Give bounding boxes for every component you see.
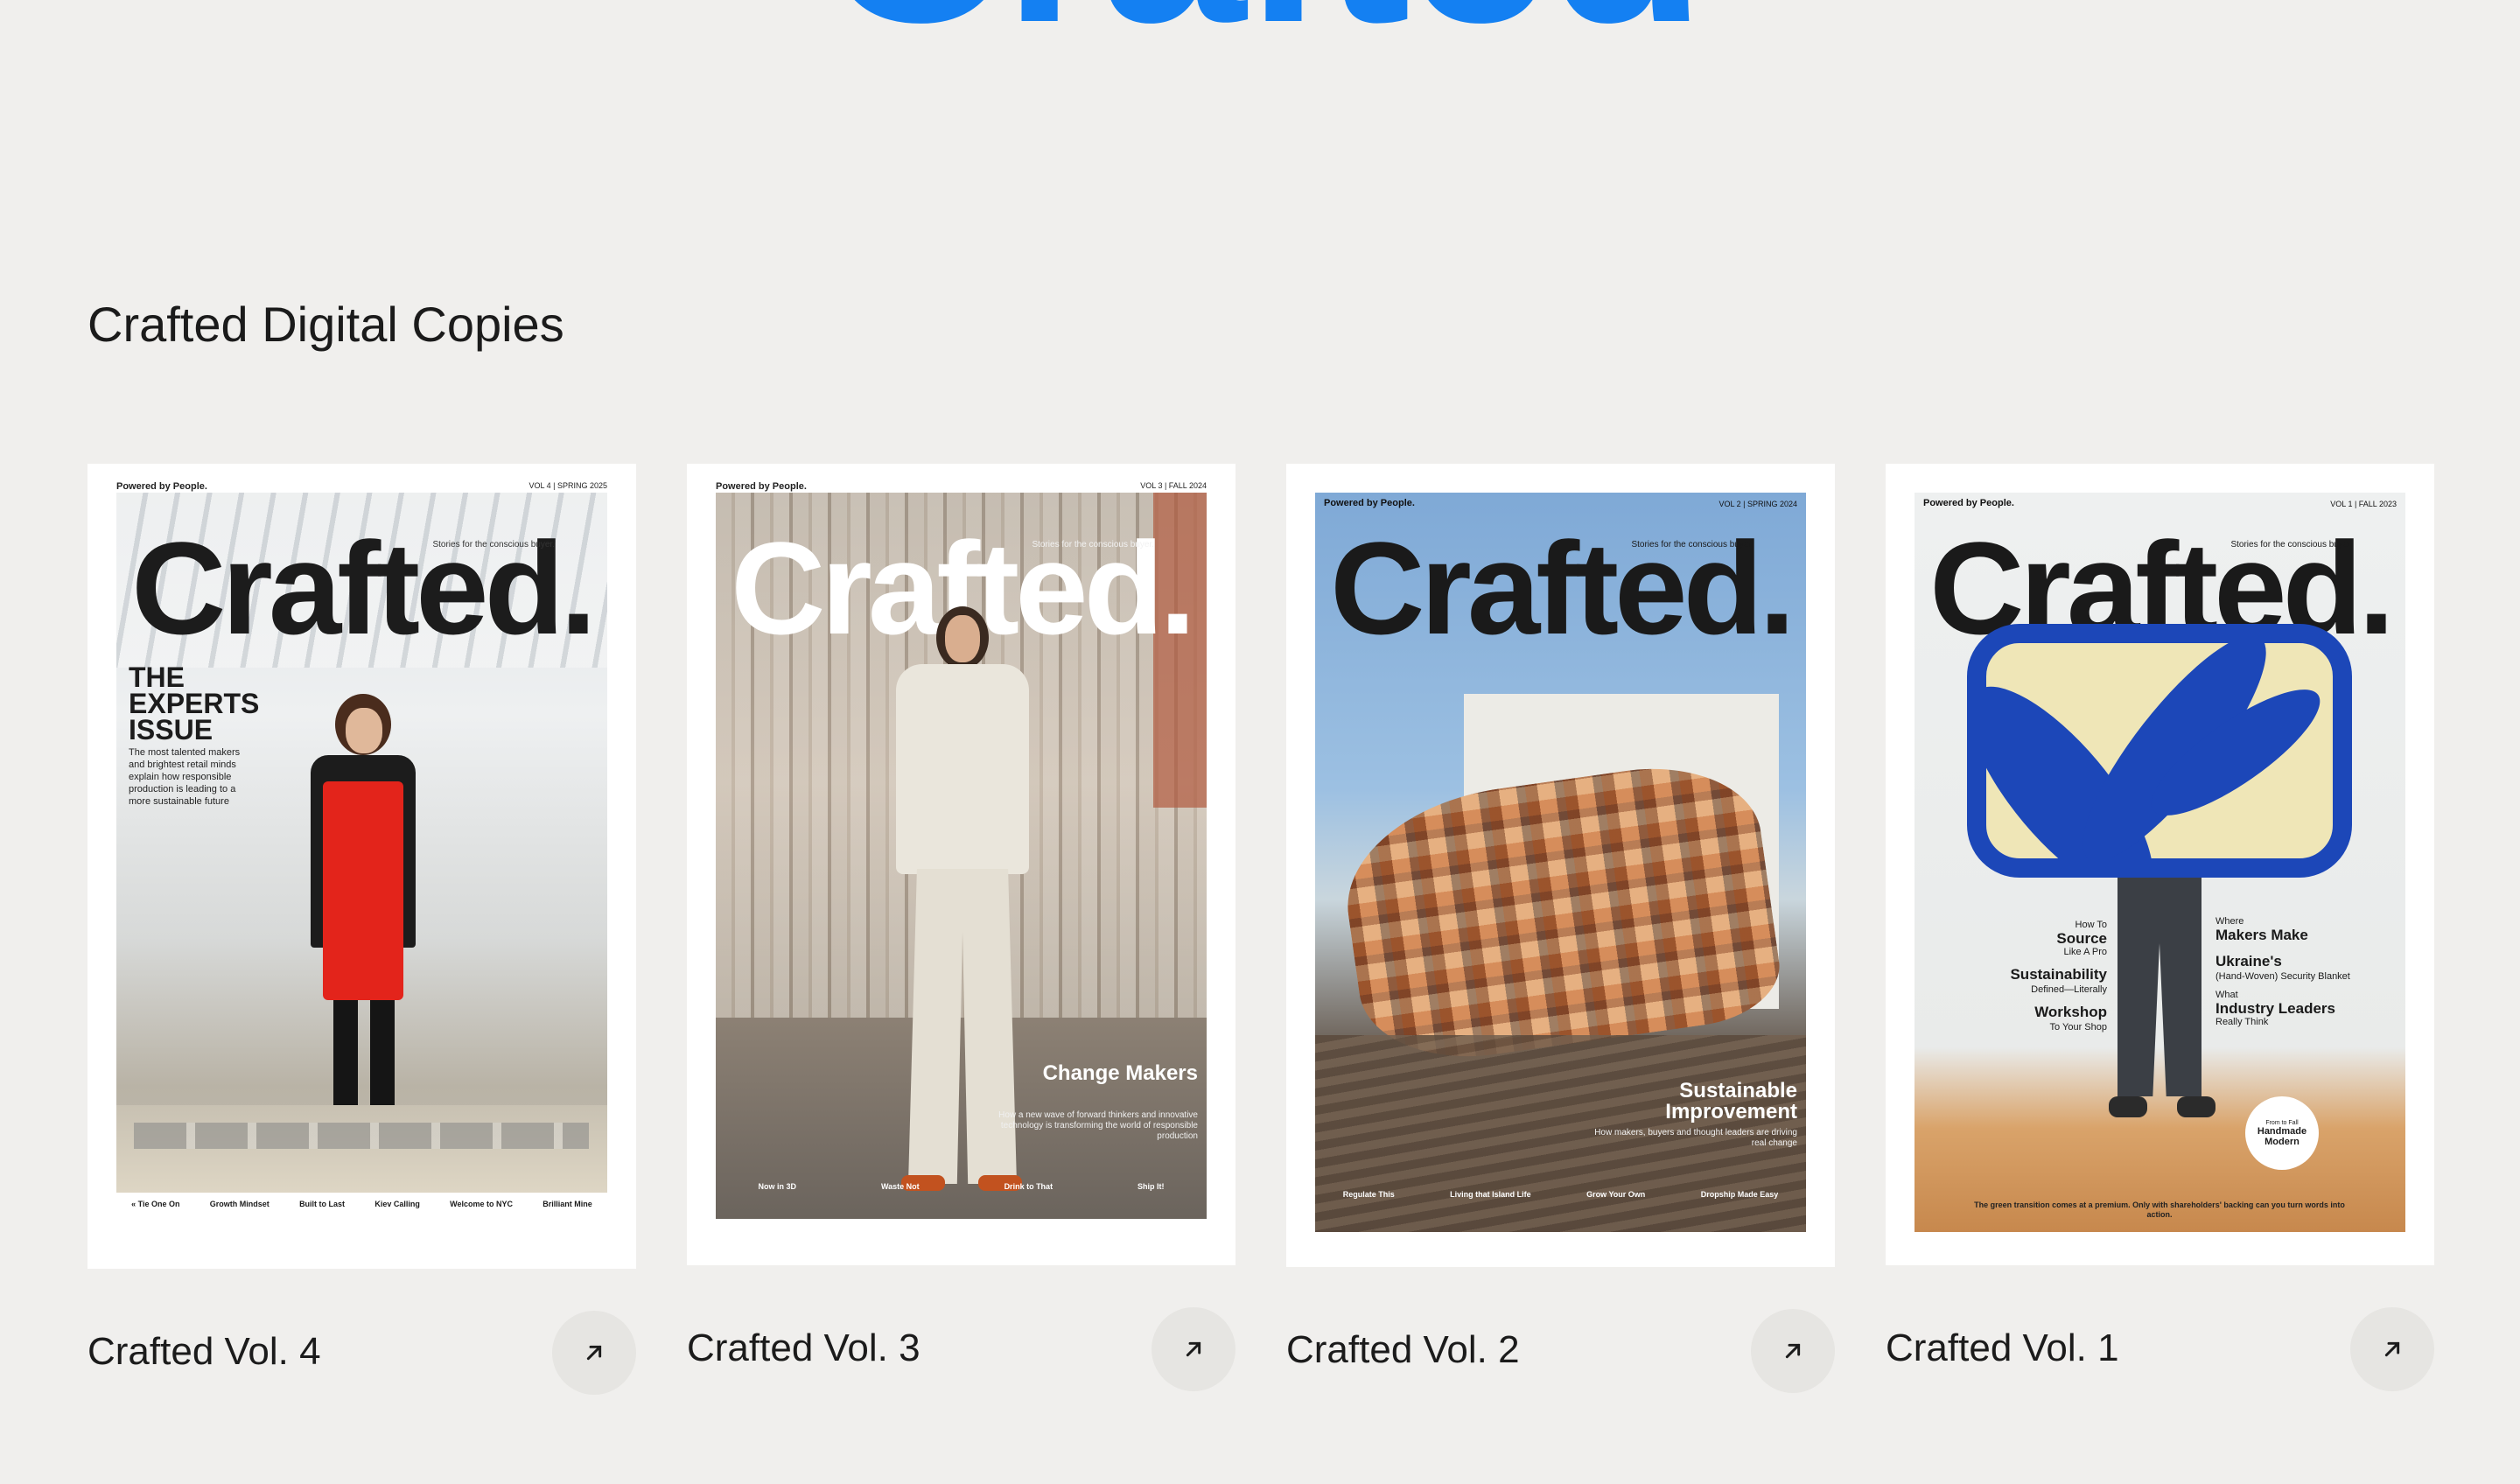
card-title[interactable]: Crafted Vol. 3 — [687, 1326, 920, 1370]
magazine-card-vol2[interactable]: Powered by People. VOL 2 | SPRING 2024 C… — [1286, 464, 1835, 1393]
cover-quote: The green transition comes at a premium.… — [1974, 1200, 2345, 1219]
person-face — [346, 708, 382, 753]
card-title[interactable]: Crafted Vol. 1 — [1886, 1326, 2119, 1370]
footer-item: Dropship Made Easy — [1700, 1190, 1779, 1199]
card-title[interactable]: Crafted Vol. 4 — [88, 1330, 321, 1374]
cover-footer: Regulate This Living that Island Life Gr… — [1315, 1183, 1806, 1232]
cover-volume: VOL 4 | SPRING 2025 — [528, 481, 607, 490]
digital-copies-grid: Powered by People. VOL 4 | SPRING 2025 C… — [88, 464, 2434, 1426]
cover-frame[interactable]: Powered by People. VOL 4 | SPRING 2025 C… — [88, 464, 636, 1269]
cover-image: Powered by People. VOL 1 | FALL 2023 Cra… — [1914, 493, 2405, 1232]
cover-line: Like A Pro — [2063, 947, 2107, 957]
cover-frame[interactable]: Powered by People. VOL 3 | FALL 2024 Cra… — [687, 464, 1236, 1265]
handmade-badge: From to Fall Handmade Modern — [2245, 1096, 2319, 1170]
cover-image: Crafted. Stories for the conscious buyer… — [716, 493, 1207, 1219]
cover-line: Ukraine's — [2216, 953, 2282, 970]
arrow-up-right-icon — [1785, 1343, 1801, 1359]
section-title: Crafted Digital Copies — [88, 297, 564, 352]
cover-line: Makers Make — [2216, 927, 2308, 943]
cover-left-lines: How To Source Like A Pro Sustainability … — [1941, 920, 2107, 1033]
cover-headline: Sustainable Improvement — [1665, 1079, 1797, 1124]
cover-footer: « Tie One On Growth Mindset Built to Las… — [116, 1193, 607, 1235]
cover-footer: Now in 3D Waste Not Drink to That Ship I… — [716, 1175, 1207, 1219]
cover-frame[interactable]: Powered by People. VOL 2 | SPRING 2024 C… — [1286, 464, 1835, 1267]
magazine-card-vol3[interactable]: Powered by People. VOL 3 | FALL 2024 Cra… — [687, 464, 1236, 1391]
cover-frame[interactable]: Powered by People. VOL 1 | FALL 2023 Cra… — [1886, 464, 2434, 1265]
cover-header: Powered by People. VOL 2 | SPRING 2024 — [1315, 493, 1806, 508]
magazine-card-vol1[interactable]: Powered by People. VOL 1 | FALL 2023 Cra… — [1886, 464, 2434, 1391]
cover-line: Workshop — [2034, 1004, 2107, 1020]
leather-pieces — [134, 1123, 589, 1149]
open-vol1-button[interactable] — [2350, 1307, 2434, 1391]
cover-line: (Hand-Woven) Security Blanket — [2216, 971, 2350, 982]
cover-tagline: Stories for the conscious buyer. — [432, 540, 555, 550]
person-leg-right — [370, 1000, 395, 1123]
footer-item: Brilliant Mine — [542, 1200, 592, 1208]
cover-brand: Powered by People. — [1324, 498, 1415, 508]
cover-right-lines: Where Makers Make Ukraine's (Hand-Woven)… — [2216, 916, 2399, 1028]
card-title[interactable]: Crafted Vol. 2 — [1286, 1328, 1520, 1372]
woven-blanket — [1967, 624, 2352, 878]
hero-heading: Crafted — [0, 0, 2520, 61]
open-vol4-button[interactable] — [552, 1311, 636, 1395]
cover-headline: Change Makers — [1042, 1061, 1198, 1085]
cover-tagline: Stories for the conscious buyer. — [2230, 540, 2353, 550]
footer-item: Kiev Calling — [374, 1200, 420, 1208]
person-leg-left — [333, 1000, 358, 1123]
cover-subhead: How makers, buyers and thought leaders a… — [1594, 1128, 1797, 1148]
person-jeans — [2118, 878, 2202, 1096]
cover-tagline: Stories for the conscious buyer. — [1631, 540, 1754, 550]
cover-volume: VOL 1 | FALL 2023 — [2330, 500, 2397, 508]
cover-subhead: The most talented makers and brightest r… — [129, 747, 241, 807]
plaid-blanket — [1334, 753, 1787, 1072]
cover-line: Industry Leaders — [2216, 1000, 2335, 1017]
cover-line: To Your Shop — [2049, 1022, 2107, 1032]
cover-volume: VOL 2 | SPRING 2024 — [1718, 500, 1797, 508]
workbench — [116, 1105, 607, 1201]
cover-image: Crafted. Stories for the conscious buyer… — [116, 493, 607, 1235]
arrow-up-right-icon — [586, 1345, 602, 1361]
magazine-card-vol4[interactable]: Powered by People. VOL 4 | SPRING 2025 C… — [88, 464, 636, 1395]
person-jacket — [896, 664, 1029, 874]
cover-tagline: Stories for the conscious buyer. — [1032, 540, 1154, 550]
cover-header: Powered by People. VOL 1 | FALL 2023 — [1914, 493, 2405, 508]
footer-item: Drink to That — [1004, 1182, 1054, 1191]
arrow-up-right-icon — [1186, 1341, 1201, 1357]
cover-headline: THE EXPERTS ISSUE — [129, 662, 260, 746]
arrow-up-right-icon — [2384, 1341, 2400, 1357]
footer-item: Regulate This — [1342, 1190, 1395, 1199]
cover-image: Powered by People. VOL 2 | SPRING 2024 C… — [1315, 493, 1806, 1232]
cover-subhead: How a new wave of forward thinkers and i… — [998, 1110, 1198, 1141]
footer-item: Living that Island Life — [1450, 1190, 1531, 1199]
cover-volume: VOL 3 | FALL 2024 — [1140, 481, 1207, 490]
footer-item: Built to Last — [299, 1200, 346, 1208]
footer-item: Welcome to NYC — [450, 1200, 513, 1208]
open-vol3-button[interactable] — [1152, 1307, 1236, 1391]
footer-item: Grow Your Own — [1586, 1190, 1646, 1199]
open-vol2-button[interactable] — [1751, 1309, 1835, 1393]
footer-item: « Tie One On — [131, 1200, 180, 1208]
person-face — [945, 615, 980, 662]
footer-item: Growth Mindset — [209, 1200, 270, 1208]
shoe-right — [2177, 1096, 2216, 1117]
footer-item: Waste Not — [880, 1182, 920, 1191]
footer-item: Now in 3D — [758, 1182, 796, 1191]
cover-line: Source — [2056, 930, 2107, 947]
cover-line: Sustainability — [2010, 966, 2107, 983]
cover-line: Really Think — [2216, 1017, 2269, 1027]
badge-text: Handmade Modern — [2257, 1125, 2307, 1147]
shoe-left — [2109, 1096, 2147, 1117]
cover-line: Defined—Literally — [2031, 984, 2107, 995]
badge-small: From to Fall — [2265, 1119, 2299, 1126]
cover-brand: Powered by People. — [716, 481, 807, 492]
cover-brand: Powered by People. — [1923, 498, 2014, 508]
cover-brand: Powered by People. — [116, 481, 207, 492]
footer-item: Ship It! — [1138, 1182, 1165, 1191]
person-apron — [323, 781, 403, 1000]
